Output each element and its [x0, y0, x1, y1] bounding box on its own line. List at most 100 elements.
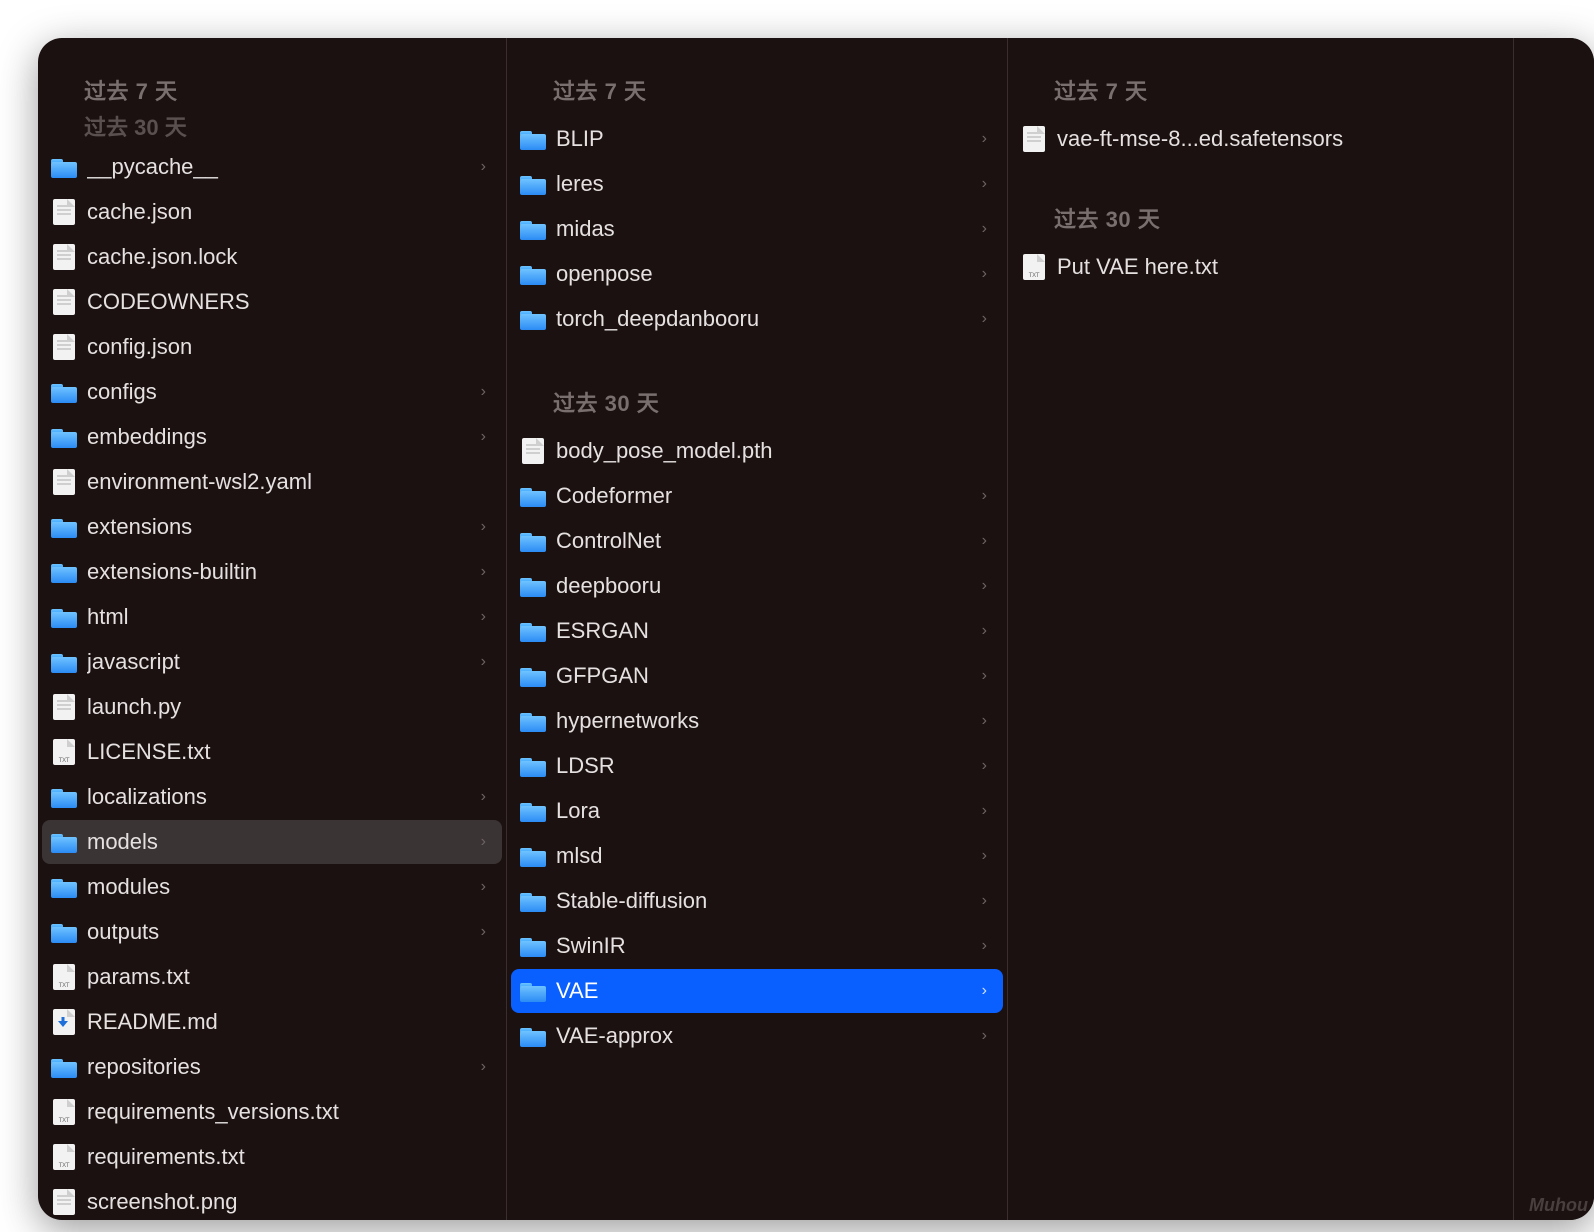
chevron-right-icon: › — [982, 310, 993, 328]
folder-item-extensions[interactable]: extensions› — [42, 505, 502, 549]
file-item-launch-py[interactable]: launch.py — [42, 685, 502, 729]
folder-item-esrgan[interactable]: ESRGAN› — [511, 609, 1003, 653]
folder-item-blip[interactable]: BLIP› — [511, 117, 1003, 161]
item-label: environment-wsl2.yaml — [87, 469, 492, 495]
item-label: midas — [556, 216, 982, 242]
chevron-right-icon: › — [481, 653, 492, 671]
folder-item-lora[interactable]: Lora› — [511, 789, 1003, 833]
item-label: cache.json.lock — [87, 244, 492, 270]
chevron-right-icon: › — [982, 982, 993, 1000]
folder-item-vae-approx[interactable]: VAE-approx› — [511, 1014, 1003, 1058]
folder-item-swinir[interactable]: SwinIR› — [511, 924, 1003, 968]
folder-item-stable-diffusion[interactable]: Stable-diffusion› — [511, 879, 1003, 923]
folder-icon — [49, 377, 79, 407]
section-header-past7: 过去 7 天 — [1008, 64, 1513, 116]
folder-item-codeformer[interactable]: Codeformer› — [511, 474, 1003, 518]
chevron-right-icon: › — [481, 428, 492, 446]
folder-item-html[interactable]: html› — [42, 595, 502, 639]
folder-icon — [518, 931, 548, 961]
item-label: extensions-builtin — [87, 559, 481, 585]
folder-item-mlsd[interactable]: mlsd› — [511, 834, 1003, 878]
folder-icon — [518, 616, 548, 646]
item-label: __pycache__ — [87, 154, 481, 180]
folder-item-models[interactable]: models› — [42, 820, 502, 864]
file-item-license-txt[interactable]: LICENSE.txt — [42, 730, 502, 774]
folder-icon — [518, 751, 548, 781]
folder-icon — [518, 259, 548, 289]
file-item-requirements-txt[interactable]: requirements.txt — [42, 1135, 502, 1179]
folder-icon — [518, 841, 548, 871]
file-icon — [49, 1187, 79, 1217]
chevron-right-icon: › — [481, 158, 492, 176]
file-item-config-json[interactable]: config.json — [42, 325, 502, 369]
finder-window: 过去 7 天 过去 30 天 __pycache__›cache.jsoncac… — [38, 38, 1594, 1220]
folder-item-ldsr[interactable]: LDSR› — [511, 744, 1003, 788]
file-item-codeowners[interactable]: CODEOWNERS — [42, 280, 502, 324]
folder-item-configs[interactable]: configs› — [42, 370, 502, 414]
file-item-environment-wsl2-yaml[interactable]: environment-wsl2.yaml — [42, 460, 502, 504]
folder-item-extensions-builtin[interactable]: extensions-builtin› — [42, 550, 502, 594]
folder-item-controlnet[interactable]: ControlNet› — [511, 519, 1003, 563]
file-item-screenshot-png[interactable]: screenshot.png — [42, 1180, 502, 1220]
file-icon — [49, 1007, 79, 1037]
folder-item-gfpgan[interactable]: GFPGAN› — [511, 654, 1003, 698]
chevron-right-icon: › — [982, 892, 993, 910]
chevron-right-icon: › — [982, 577, 993, 595]
folder-item-torch-deepdanbooru[interactable]: torch_deepdanbooru› — [511, 297, 1003, 341]
folder-item--pycache-[interactable]: __pycache__› — [42, 145, 502, 189]
folder-item-midas[interactable]: midas› — [511, 207, 1003, 251]
chevron-right-icon: › — [982, 130, 993, 148]
chevron-right-icon: › — [982, 487, 993, 505]
folder-icon — [49, 512, 79, 542]
file-item-vae-ft-mse-8-ed-safetensors[interactable]: vae-ft-mse-8...ed.safetensors — [1012, 117, 1509, 161]
folder-item-hypernetworks[interactable]: hypernetworks› — [511, 699, 1003, 743]
chevron-right-icon: › — [481, 788, 492, 806]
file-item-body-pose-model-pth[interactable]: body_pose_model.pth — [511, 429, 1003, 473]
item-label: CODEOWNERS — [87, 289, 492, 315]
folder-item-repositories[interactable]: repositories› — [42, 1045, 502, 1089]
item-label: params.txt — [87, 964, 492, 990]
item-label: LDSR — [556, 753, 982, 779]
folder-item-modules[interactable]: modules› — [42, 865, 502, 909]
item-label: javascript — [87, 649, 481, 675]
folder-item-leres[interactable]: leres› — [511, 162, 1003, 206]
folder-item-localizations[interactable]: localizations› — [42, 775, 502, 819]
file-icon — [1019, 252, 1049, 282]
item-label: cache.json — [87, 199, 492, 225]
folder-icon — [49, 557, 79, 587]
file-item-readme-md[interactable]: README.md — [42, 1000, 502, 1044]
folder-item-outputs[interactable]: outputs› — [42, 910, 502, 954]
file-item-put-vae-here-txt[interactable]: Put VAE here.txt — [1012, 245, 1509, 289]
file-item-cache-json[interactable]: cache.json — [42, 190, 502, 234]
item-label: openpose — [556, 261, 982, 287]
folder-icon — [518, 169, 548, 199]
file-icon — [49, 1097, 79, 1127]
chevron-right-icon: › — [982, 712, 993, 730]
file-item-requirements-versions-txt[interactable]: requirements_versions.txt — [42, 1090, 502, 1134]
folder-icon — [49, 602, 79, 632]
file-icon — [1019, 124, 1049, 154]
item-label: GFPGAN — [556, 663, 982, 689]
chevron-right-icon: › — [982, 532, 993, 550]
folder-item-javascript[interactable]: javascript› — [42, 640, 502, 684]
folder-item-openpose[interactable]: openpose› — [511, 252, 1003, 296]
folder-item-embeddings[interactable]: embeddings› — [42, 415, 502, 459]
chevron-right-icon: › — [481, 923, 492, 941]
folder-item-vae[interactable]: VAE› — [511, 969, 1003, 1013]
file-item-cache-json-lock[interactable]: cache.json.lock — [42, 235, 502, 279]
chevron-right-icon: › — [982, 220, 993, 238]
column-2-list-a: BLIP›leres›midas›openpose›torch_deepdanb… — [507, 117, 1007, 341]
file-item-params-txt[interactable]: params.txt — [42, 955, 502, 999]
folder-icon — [518, 976, 548, 1006]
folder-icon — [49, 647, 79, 677]
folder-icon — [518, 886, 548, 916]
folder-item-deepbooru[interactable]: deepbooru› — [511, 564, 1003, 608]
folder-icon — [518, 481, 548, 511]
file-icon — [49, 692, 79, 722]
chevron-right-icon: › — [982, 265, 993, 283]
item-label: BLIP — [556, 126, 982, 152]
item-label: LICENSE.txt — [87, 739, 492, 765]
folder-icon — [518, 571, 548, 601]
item-label: outputs — [87, 919, 481, 945]
column-4 — [1514, 38, 1594, 1220]
